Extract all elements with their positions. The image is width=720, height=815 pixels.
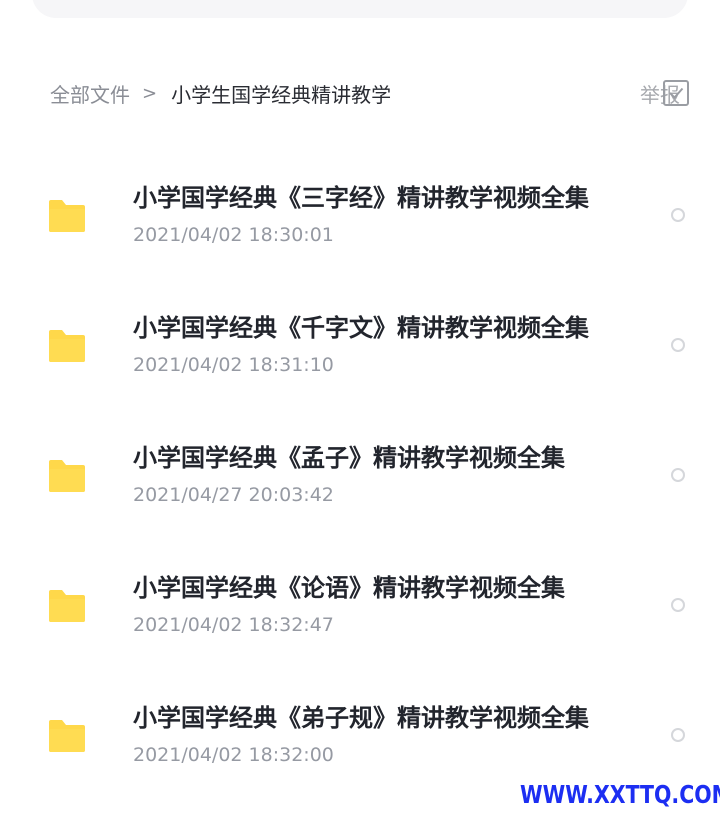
folder-icon	[49, 460, 85, 492]
folder-icon	[49, 720, 85, 752]
breadcrumb: 全部文件 > 小学生国学经典精讲教学 举报	[50, 76, 690, 110]
search-bar[interactable]	[32, 0, 688, 18]
select-radio[interactable]	[671, 338, 685, 352]
folder-icon	[49, 200, 85, 232]
file-name: 小学国学经典《三字经》精讲教学视频全集	[133, 184, 589, 212]
select-radio[interactable]	[671, 728, 685, 742]
checkbox-icon[interactable]	[662, 79, 690, 107]
folder-icon	[49, 590, 85, 622]
file-name: 小学国学经典《千字文》精讲教学视频全集	[133, 314, 589, 342]
folder-icon	[49, 330, 85, 362]
file-row[interactable]: 小学国学经典《三字经》精讲教学视频全集 2021/04/02 18:30:01	[0, 160, 720, 270]
file-name: 小学国学经典《孟子》精讲教学视频全集	[133, 444, 565, 472]
breadcrumb-current-folder: 小学生国学经典精讲教学	[171, 82, 392, 107]
select-radio[interactable]	[671, 598, 685, 612]
file-date: 2021/04/02 18:32:47	[133, 614, 334, 636]
select-radio[interactable]	[671, 468, 685, 482]
file-row[interactable]: 小学国学经典《论语》精讲教学视频全集 2021/04/02 18:32:47	[0, 550, 720, 660]
file-row[interactable]: 小学国学经典《弟子规》精讲教学视频全集 2021/04/02 18:32:00	[0, 680, 720, 790]
site-watermark: WWW.XXTTQ.COM	[520, 780, 720, 809]
file-row[interactable]: 小学国学经典《孟子》精讲教学视频全集 2021/04/27 20:03:42	[0, 420, 720, 530]
file-date: 2021/04/27 20:03:42	[133, 484, 334, 506]
file-name: 小学国学经典《论语》精讲教学视频全集	[133, 574, 565, 602]
breadcrumb-separator: >	[142, 82, 158, 104]
file-row[interactable]: 小学国学经典《千字文》精讲教学视频全集 2021/04/02 18:31:10	[0, 290, 720, 400]
file-date: 2021/04/02 18:30:01	[133, 224, 334, 246]
file-date: 2021/04/02 18:32:00	[133, 744, 334, 766]
select-radio[interactable]	[671, 208, 685, 222]
file-date: 2021/04/02 18:31:10	[133, 354, 334, 376]
file-name: 小学国学经典《弟子规》精讲教学视频全集	[133, 704, 589, 732]
breadcrumb-root-link[interactable]: 全部文件	[50, 79, 130, 108]
